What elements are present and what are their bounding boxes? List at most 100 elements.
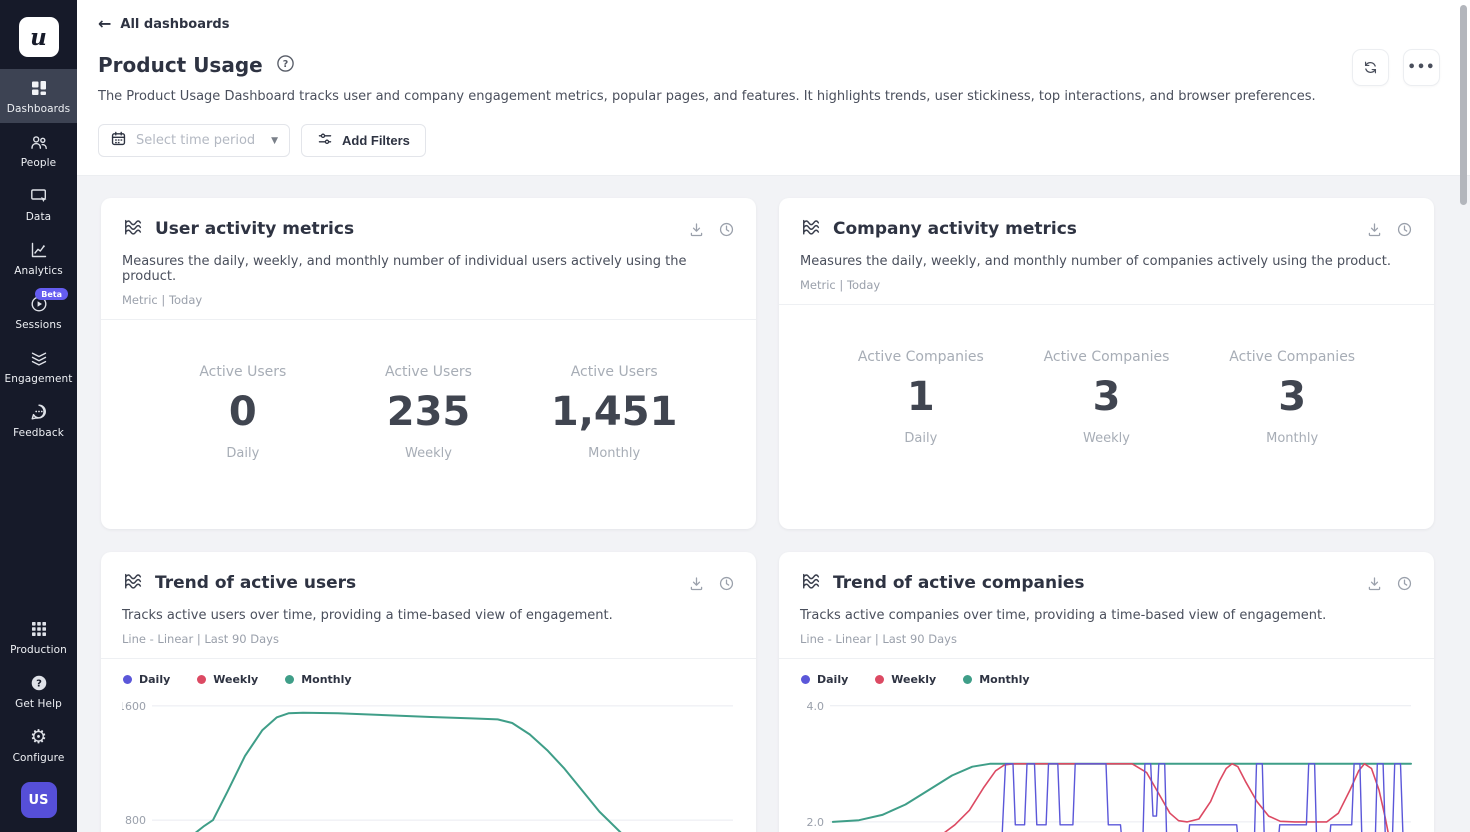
- metric-period: Daily: [828, 431, 1014, 446]
- legend-item-monthly[interactable]: Monthly: [285, 673, 351, 686]
- card-meta: Metric | Today: [800, 278, 1413, 292]
- metric-period: Daily: [150, 446, 336, 461]
- metric-label: Active Users: [336, 364, 522, 380]
- sidebar-item-people[interactable]: People: [0, 123, 77, 177]
- sidebar-item-production[interactable]: Production: [0, 610, 77, 664]
- filter-sliders-icon: [317, 131, 333, 150]
- card-user-activity-metrics: User activity metrics Measures the daily…: [101, 198, 756, 529]
- people-icon: [29, 132, 49, 152]
- card-actions: [1366, 221, 1413, 238]
- metric-monthly: Active Users 1,451 Monthly: [521, 364, 707, 461]
- card-header: Trend of active companies: [800, 570, 1413, 596]
- calendar-icon: [110, 130, 127, 151]
- chart-lines-icon: [800, 570, 822, 596]
- metric-daily: Active Users 0 Daily: [150, 364, 336, 461]
- legend-item-weekly[interactable]: Weekly: [197, 673, 258, 686]
- svg-text:800: 800: [125, 814, 146, 827]
- sidebar: u Dashboards People Data Analytics: [0, 0, 77, 832]
- history-clock-icon[interactable]: [718, 221, 735, 238]
- sidebar-item-dashboards[interactable]: Dashboards: [0, 69, 77, 123]
- sidebar-item-get-help[interactable]: ? Get Help: [0, 664, 77, 718]
- sidebar-item-feedback[interactable]: Feedback: [0, 393, 77, 447]
- legend-item-weekly[interactable]: Weekly: [875, 673, 936, 686]
- svg-text:2.0: 2.0: [807, 816, 825, 829]
- metric-label: Active Companies: [828, 349, 1014, 365]
- logo-letter: u: [30, 24, 47, 51]
- card-header: Trend of active users: [122, 570, 735, 596]
- user-avatar[interactable]: US: [21, 782, 57, 818]
- download-icon[interactable]: [1366, 221, 1383, 238]
- back-to-dashboards-link[interactable]: ← All dashboards: [98, 16, 229, 32]
- card-meta: Metric | Today: [122, 293, 735, 307]
- metric-value: 3: [1199, 374, 1385, 420]
- scrollbar-thumb[interactable]: [1460, 5, 1467, 205]
- metric-monthly: Active Companies 3 Monthly: [1199, 349, 1385, 446]
- legend-item-daily[interactable]: Daily: [123, 673, 170, 686]
- sidebar-item-data[interactable]: Data: [0, 177, 77, 231]
- metric-period: Monthly: [521, 446, 707, 461]
- back-arrow-icon: ←: [98, 16, 111, 32]
- metric-label: Active Companies: [1014, 349, 1200, 365]
- page-title: Product Usage: [98, 53, 263, 77]
- metric-label: Active Companies: [1199, 349, 1385, 365]
- chart-lines-icon: [122, 570, 144, 596]
- logo-container: u: [0, 0, 77, 69]
- chart-lines-icon: [122, 216, 144, 242]
- sidebar-item-configure[interactable]: ⚙ Configure: [0, 718, 77, 772]
- card-title: Trend of active companies: [833, 573, 1366, 593]
- users-trend-chart[interactable]: 1600 800: [122, 693, 735, 832]
- svg-text:1600: 1600: [122, 700, 146, 713]
- help-icon[interactable]: ?: [276, 54, 295, 77]
- legend-label: Daily: [817, 673, 848, 686]
- time-period-placeholder: Select time period: [136, 133, 262, 148]
- scrollbar-track[interactable]: [1458, 0, 1470, 832]
- legend-dot: [963, 675, 972, 684]
- back-label: All dashboards: [120, 17, 229, 32]
- history-clock-icon[interactable]: [1396, 575, 1413, 592]
- download-icon[interactable]: [688, 575, 705, 592]
- card-title: User activity metrics: [155, 219, 688, 239]
- legend-label: Monthly: [979, 673, 1029, 686]
- legend-dot: [875, 675, 884, 684]
- legend-dot: [285, 675, 294, 684]
- add-filters-button[interactable]: Add Filters: [301, 124, 426, 157]
- engagement-icon: [29, 348, 49, 368]
- sidebar-item-sessions[interactable]: Beta Sessions: [0, 285, 77, 339]
- legend-item-daily[interactable]: Daily: [801, 673, 848, 686]
- feedback-icon: [29, 402, 49, 422]
- userpilot-logo[interactable]: u: [19, 17, 59, 57]
- metric-label: Active Users: [150, 364, 336, 380]
- metric-daily: Active Companies 1 Daily: [828, 349, 1014, 446]
- sidebar-item-analytics[interactable]: Analytics: [0, 231, 77, 285]
- chart-lines-icon: [800, 216, 822, 242]
- sidebar-item-label: People: [21, 157, 56, 169]
- time-period-select[interactable]: Select time period ▼: [98, 124, 290, 157]
- legend-label: Monthly: [301, 673, 351, 686]
- history-clock-icon[interactable]: [718, 575, 735, 592]
- legend-label: Weekly: [213, 673, 258, 686]
- more-options-button[interactable]: •••: [1403, 49, 1440, 86]
- metric-period: Weekly: [336, 446, 522, 461]
- metric-value: 1: [828, 374, 1014, 420]
- card-description: Measures the daily, weekly, and monthly …: [122, 254, 735, 284]
- sidebar-item-label: Feedback: [13, 427, 64, 439]
- dashboard-grid: User activity metrics Measures the daily…: [77, 176, 1470, 832]
- sidebar-item-engagement[interactable]: Engagement: [0, 339, 77, 393]
- legend-dot: [801, 675, 810, 684]
- metric-value: 1,451: [521, 389, 707, 435]
- refresh-button[interactable]: [1352, 49, 1389, 86]
- download-icon[interactable]: [688, 221, 705, 238]
- download-icon[interactable]: [1366, 575, 1383, 592]
- production-icon: [29, 619, 49, 639]
- chevron-down-icon: ▼: [271, 136, 278, 146]
- sidebar-item-label: Sessions: [15, 319, 61, 331]
- history-clock-icon[interactable]: [1396, 221, 1413, 238]
- card-trend-active-users: Trend of active users Tracks active user…: [101, 552, 756, 832]
- card-description: Tracks active companies over time, provi…: [800, 608, 1413, 623]
- legend-item-monthly[interactable]: Monthly: [963, 673, 1029, 686]
- sidebar-item-label: Configure: [13, 752, 65, 764]
- companies-trend-chart[interactable]: 4.02.0: [800, 693, 1413, 832]
- analytics-icon: [29, 240, 49, 260]
- card-actions: [688, 575, 735, 592]
- metric-period: Monthly: [1199, 431, 1385, 446]
